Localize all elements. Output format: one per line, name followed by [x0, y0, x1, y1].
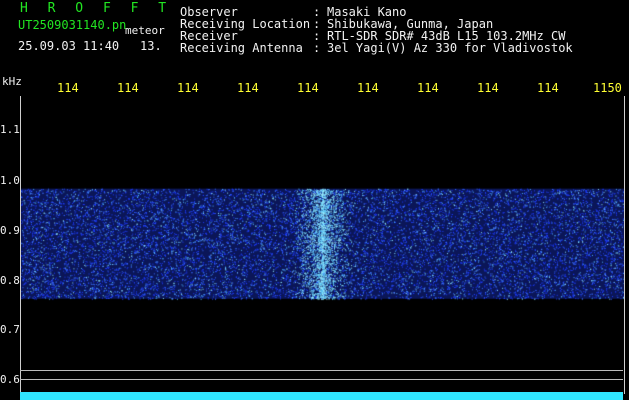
reference-line	[20, 370, 623, 371]
freq-tick-0-8: 0.8	[0, 274, 20, 287]
time-tick-9: 114	[537, 81, 559, 95]
hrofft-waterfall-window: H R O F F T UT2509031140.pn meteor 25.09…	[0, 0, 629, 400]
antenna-label: Receiving Antenna	[180, 41, 303, 55]
waterfall-plot	[20, 96, 625, 394]
antenna-colon: :	[313, 41, 321, 55]
time-tick-2: 114	[117, 81, 139, 95]
freq-tick-1-0: 1.0	[0, 174, 20, 187]
freq-tick-0-9: 0.9	[0, 224, 20, 237]
time-tick-3: 114	[177, 81, 199, 95]
freq-tick-1-1: 1.1	[0, 123, 20, 136]
signal-level-strip	[20, 392, 623, 400]
file-name: UT2509031140.pn	[18, 18, 127, 32]
time-tick-1: 114	[57, 81, 79, 95]
date-time: 25.09.03 11:40	[18, 39, 120, 53]
time-tick-8: 114	[477, 81, 499, 95]
app-title: H R O F F T	[20, 1, 173, 16]
count-value: 13.	[140, 39, 162, 53]
waterfall-spectrogram	[21, 96, 624, 394]
frequency-unit-label: kHz	[2, 75, 22, 88]
antenna-value: 3el Yagi(V) Az 330 for Vladivostok	[327, 41, 573, 55]
reference-line	[20, 379, 623, 380]
time-tick-10: 1150	[593, 81, 622, 95]
freq-tick-0-7: 0.7	[0, 323, 20, 336]
freq-tick-0-6: 0.6	[0, 373, 20, 386]
time-tick-6: 114	[357, 81, 379, 95]
meteor-label: meteor	[125, 24, 165, 37]
time-tick-4: 114	[237, 81, 259, 95]
time-tick-7: 114	[417, 81, 439, 95]
time-tick-5: 114	[297, 81, 319, 95]
